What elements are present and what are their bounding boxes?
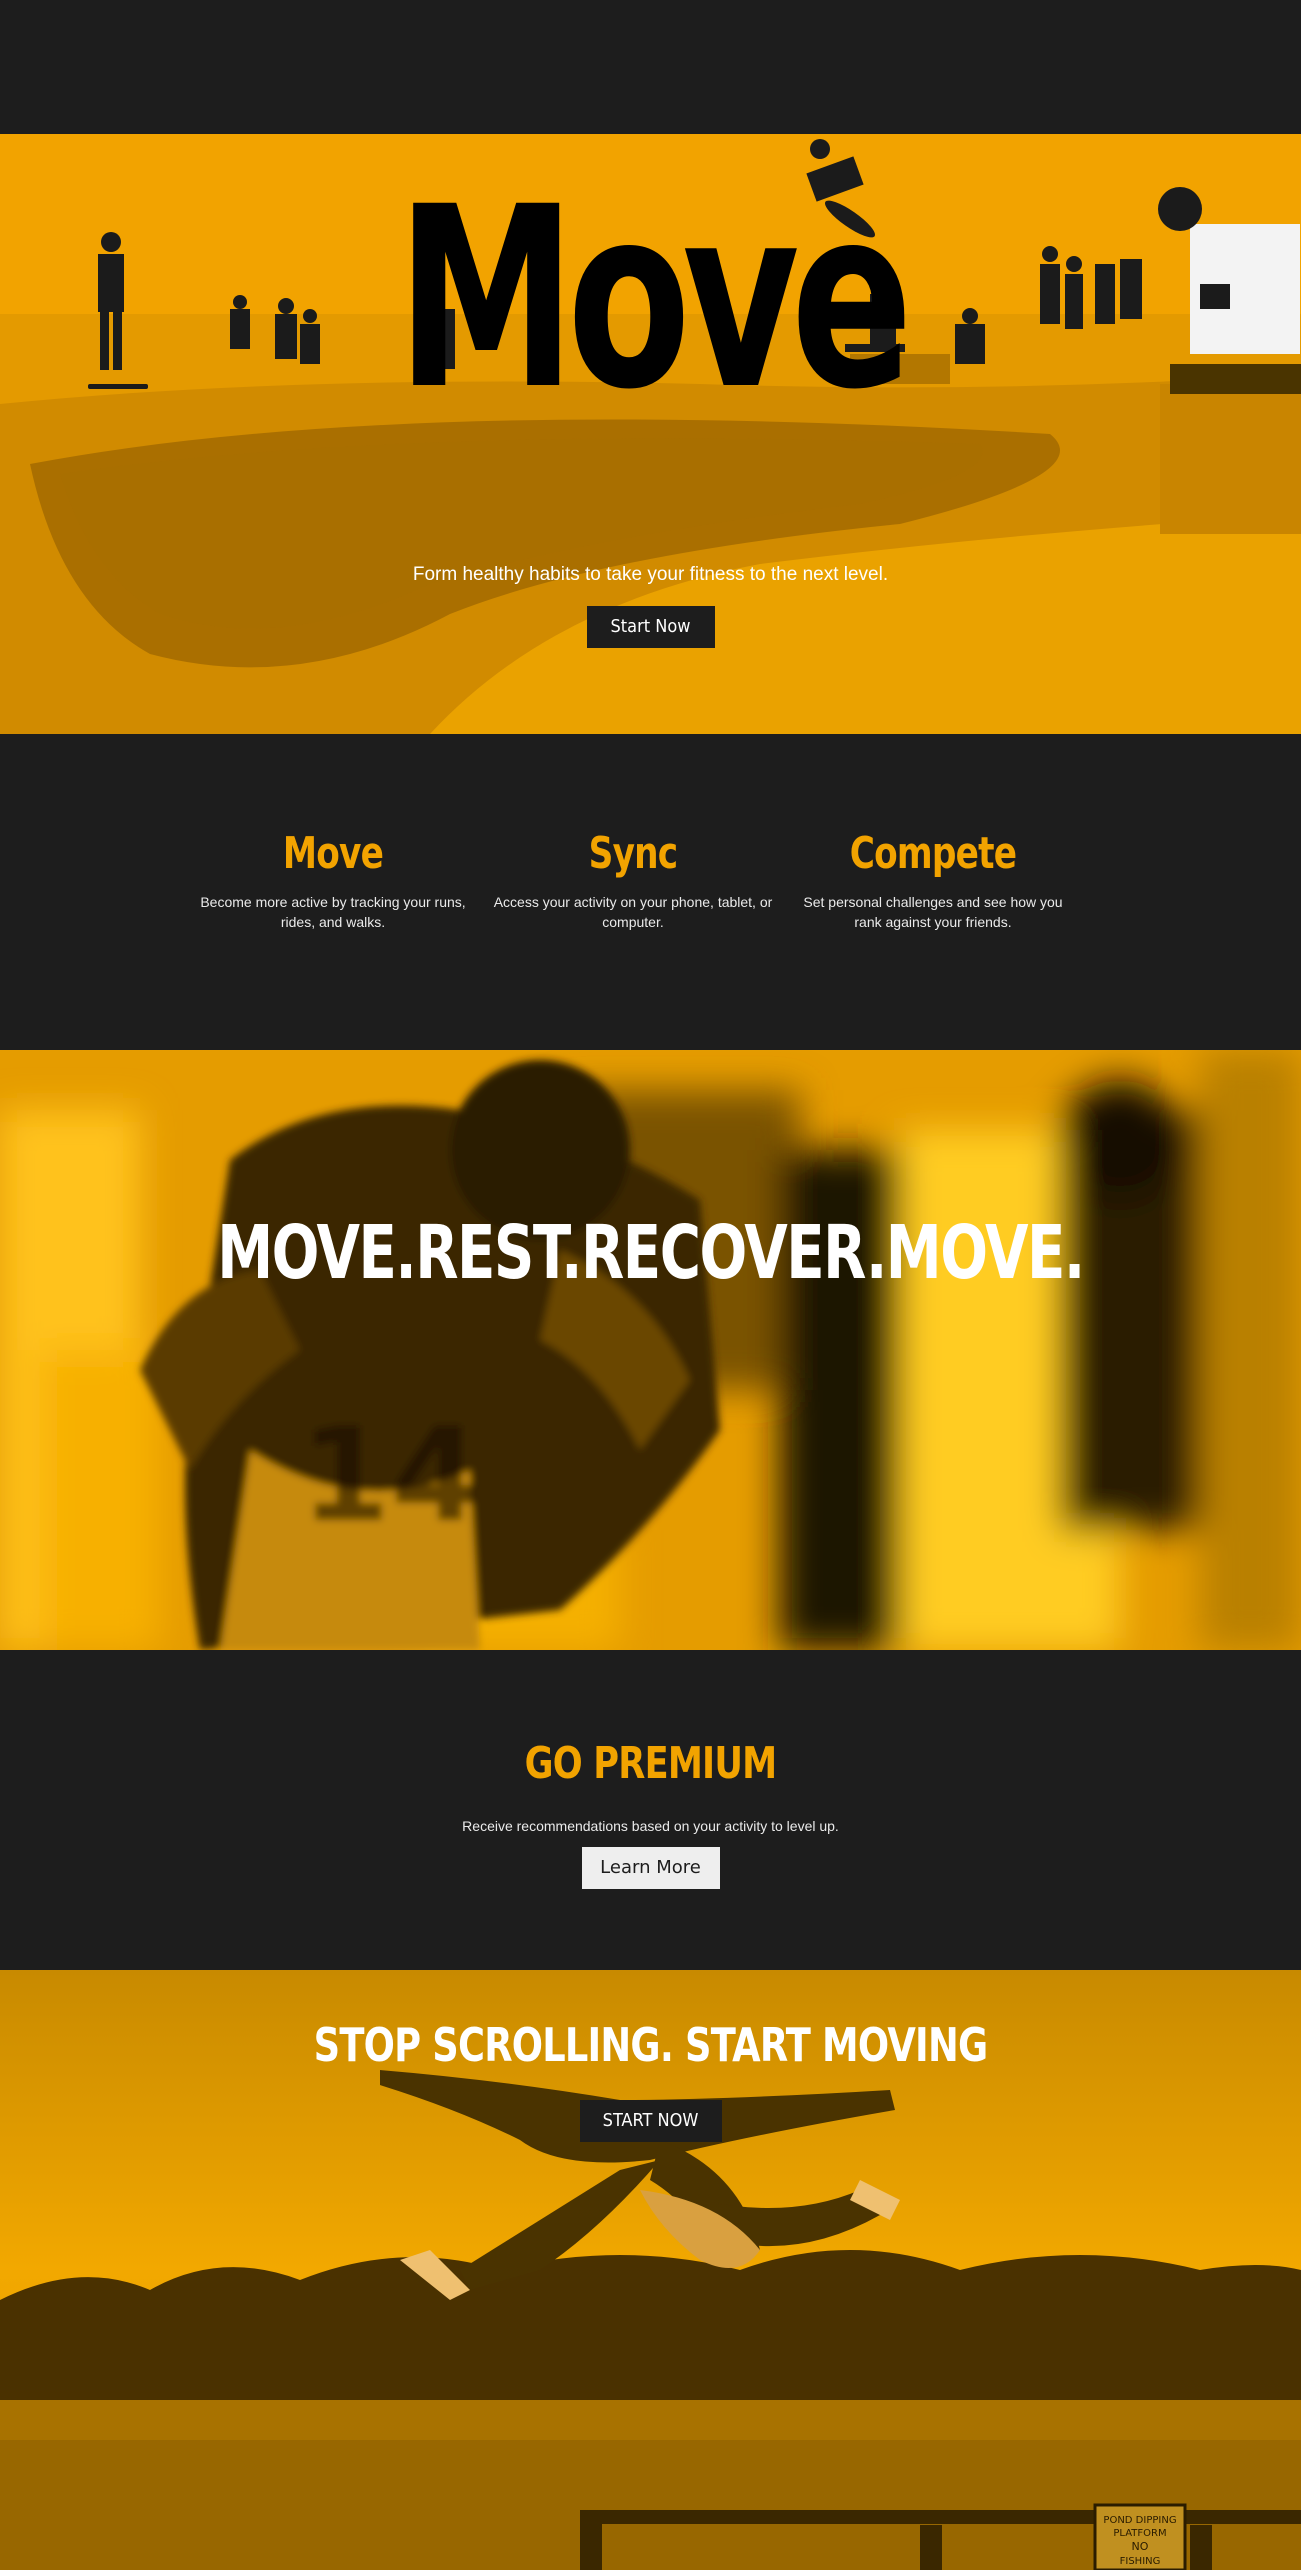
feature-title: Sync	[588, 828, 679, 879]
premium-section: GO PREMIUM Receive recommendations based…	[0, 1650, 1301, 1970]
banner-headline: MOVE.REST.RECOVER.MOVE.	[217, 1210, 1085, 1296]
feature-title: Compete	[849, 828, 1017, 879]
premium-title: GO PREMIUM	[524, 1738, 778, 1789]
football-photo: 14	[0, 1050, 1301, 1650]
hero-tagline: Form healthy habits to take your fitness…	[412, 564, 889, 585]
feature-title: Move	[282, 828, 384, 879]
top-bar	[0, 0, 1301, 134]
sign-text-line: NO	[1132, 2540, 1149, 2553]
feature-move: Move Become more active by tracking your…	[193, 828, 473, 932]
sign-text-line: PLATFORM	[1113, 2528, 1166, 2539]
feature-text: Set personal challenges and see how you …	[803, 894, 1063, 931]
football-banner: 14 MOVE.REST.RECOVER.MOVE.	[0, 1050, 1301, 1650]
features-section: Move Become more active by tracking your…	[0, 734, 1301, 1050]
start-moving-button[interactable]: START NOW	[579, 2100, 722, 2142]
cta-section: POND DIPPING PLATFORM NO FISHING STOP SC…	[0, 1970, 1301, 2570]
premium-text: Receive recommendations based on your ac…	[462, 1818, 839, 1834]
learn-more-button[interactable]: Learn More	[581, 1847, 720, 1889]
feature-compete: Compete Set personal challenges and see …	[793, 828, 1073, 932]
sign-text-line: FISHING	[1120, 2556, 1161, 2567]
feature-sync: Sync Access your activity on your phone,…	[493, 828, 773, 932]
cta-headline: STOP SCROLLING. START MOVING	[313, 2018, 989, 2072]
sign-text-line: POND DIPPING	[1103, 2515, 1176, 2526]
hero-title: Move	[396, 153, 913, 444]
start-now-button[interactable]: Start Now	[586, 606, 715, 648]
hero-section: Move Form healthy habits to take your fi…	[0, 134, 1301, 734]
svg-text:14: 14	[300, 1399, 481, 1551]
feature-text: Access your activity on your phone, tabl…	[493, 894, 773, 931]
feature-text: Become more active by tracking your runs…	[200, 894, 466, 931]
